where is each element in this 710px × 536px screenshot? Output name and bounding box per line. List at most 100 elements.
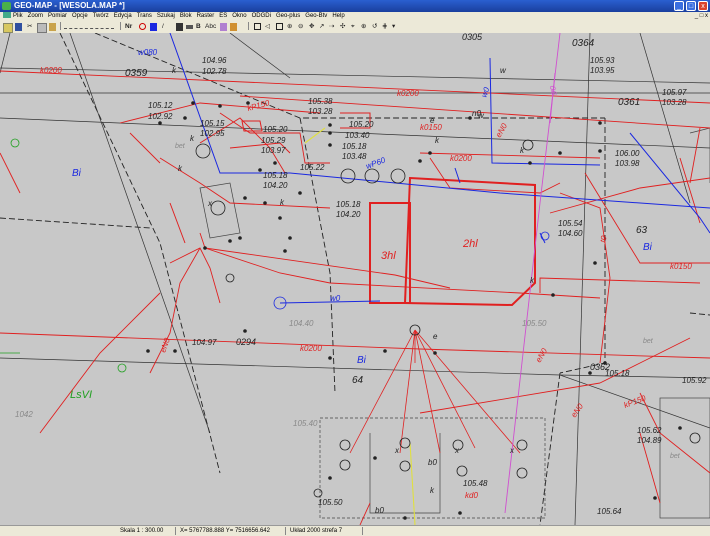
map-label: 103.48	[342, 152, 367, 161]
app-icon	[2, 2, 11, 10]
menu-item[interactable]: Raster	[197, 13, 215, 19]
parcel-boundary	[559, 118, 606, 374]
status-bar: Skala 1 : 300.00 X= 5767788.888 Y= 75166…	[0, 525, 710, 536]
map-label: 63	[636, 225, 648, 236]
edit-icon[interactable]	[230, 23, 237, 31]
menu-item[interactable]: Plik	[13, 13, 23, 19]
menu-item[interactable]: Zoom	[28, 13, 43, 19]
zoom-previous-icon[interactable]: ◁	[265, 23, 270, 31]
map-label: 105.50	[522, 319, 547, 328]
map-label: 105.62	[637, 426, 662, 435]
target-icon[interactable]: ⊕	[361, 23, 366, 31]
menu-bar: Plik Zoom Pomiar Opcje Twórz Edycja Trans Szuka…	[0, 12, 710, 21]
copy-icon[interactable]	[37, 23, 47, 33]
map-label: k0200	[300, 344, 322, 353]
parcel-boundary	[59, 33, 221, 474]
menu-item[interactable]: Geo-plus	[276, 13, 300, 19]
map-label: 105.40	[293, 419, 318, 428]
map-label: x	[509, 446, 515, 455]
map-label: 102.95	[200, 129, 225, 138]
map-label: 104.40	[289, 319, 314, 328]
menu-item[interactable]: Pomiar	[48, 13, 67, 19]
map-label: 0294	[236, 337, 256, 347]
map-label: b0	[375, 506, 384, 515]
parcel-boundary	[689, 312, 710, 316]
map-drawing[interactable]: 0359036103646364029403620305BiBiBiLsVIbe…	[0, 33, 710, 525]
map-label: Bi	[357, 355, 367, 366]
zoom-in-icon[interactable]: ⊕	[287, 23, 292, 31]
fill-icon[interactable]	[176, 23, 183, 31]
minimize-button[interactable]: _	[674, 1, 684, 11]
map-label: 106.00	[615, 149, 640, 158]
menu-item[interactable]: Okno	[232, 13, 246, 19]
map-label: x	[454, 446, 460, 455]
close-button[interactable]: x	[698, 1, 708, 11]
map-label: 105.18	[342, 142, 367, 151]
map-label: w0	[330, 294, 341, 303]
map-label: k	[190, 134, 195, 143]
cut-icon[interactable]: ✂	[27, 23, 32, 31]
map-label: 104.97	[192, 338, 217, 347]
map-label: 1042	[15, 410, 33, 419]
map-label: bet	[175, 143, 186, 150]
map-label: 105.93	[590, 56, 615, 65]
paste-icon[interactable]	[49, 23, 56, 31]
map-label: x	[394, 446, 400, 455]
rotate-icon[interactable]: ↺	[372, 23, 377, 31]
move-icon[interactable]: ✣	[340, 23, 345, 31]
grid-icon[interactable]: ⋕	[382, 23, 387, 31]
map-label: 105.22	[300, 163, 325, 172]
nr-button[interactable]: Nr	[125, 23, 132, 31]
map-label: 2hl	[462, 238, 478, 250]
map-label: k0200	[450, 154, 472, 163]
zoom-out-icon[interactable]: ⊖	[298, 23, 303, 31]
map-label: 103.28	[662, 98, 687, 107]
menu-item[interactable]: ODGDi	[252, 13, 271, 19]
document-icon	[3, 12, 11, 19]
map-label: 105.38	[308, 97, 333, 106]
menu-item[interactable]: Edycja	[114, 13, 132, 19]
line-style-icon[interactable]	[64, 23, 114, 29]
map-label: 104.20	[336, 210, 361, 219]
snap-icon[interactable]: ⌖	[351, 23, 355, 31]
map-canvas[interactable]: 0359 0361 0364 63 64 0294 0362 0305 Bi Bi Bi LsVI be…	[0, 33, 710, 525]
map-label: g0	[548, 85, 558, 95]
parcel-boundary	[0, 217, 151, 229]
circle-icon[interactable]	[139, 23, 146, 30]
menu-item[interactable]: Help	[332, 13, 344, 19]
map-label: 102.92	[148, 112, 173, 121]
menu-item[interactable]: Szukaj	[157, 13, 175, 19]
menu-item[interactable]: Opcje	[72, 13, 88, 19]
line-icon[interactable]: /	[162, 23, 164, 31]
bold-button[interactable]: B	[196, 23, 201, 31]
zoom-window-icon[interactable]	[276, 23, 283, 30]
map-label: k	[435, 136, 440, 145]
map-label: kP150	[246, 98, 271, 113]
map-label: k	[430, 486, 435, 495]
maximize-button[interactable]: □	[686, 1, 696, 11]
map-label: 103.40	[345, 131, 370, 140]
mdi-window-buttons[interactable]: _ □ x	[695, 12, 708, 21]
menu-item[interactable]: ES	[219, 13, 227, 19]
save-icon[interactable]	[15, 23, 22, 31]
hatch-icon[interactable]	[186, 25, 193, 29]
pan-icon[interactable]: ✥	[309, 23, 314, 31]
text-button[interactable]: Abc	[205, 23, 216, 31]
map-label: 104.96	[202, 56, 227, 65]
map-label: 0359	[125, 68, 148, 79]
menu-item[interactable]: Blok	[180, 13, 192, 19]
menu-item[interactable]: Geo-Btv	[305, 13, 327, 19]
arrow-icon[interactable]: ⇢	[329, 23, 334, 31]
map-label: eN0	[534, 346, 549, 364]
menu-item[interactable]: Trans	[137, 13, 152, 19]
dropdown-icon[interactable]: ▾	[392, 23, 395, 31]
layer-icon[interactable]	[150, 23, 157, 31]
map-label: 104.60	[558, 229, 583, 238]
zoom-all-icon[interactable]	[254, 23, 261, 30]
symbol-icon[interactable]	[220, 23, 227, 31]
menu-item[interactable]: Twórz	[93, 13, 109, 19]
open-icon[interactable]	[3, 23, 13, 33]
map-label: eN0	[494, 121, 509, 139]
pointer-icon[interactable]: ↗	[319, 23, 324, 31]
map-label: 105.20	[349, 120, 374, 129]
